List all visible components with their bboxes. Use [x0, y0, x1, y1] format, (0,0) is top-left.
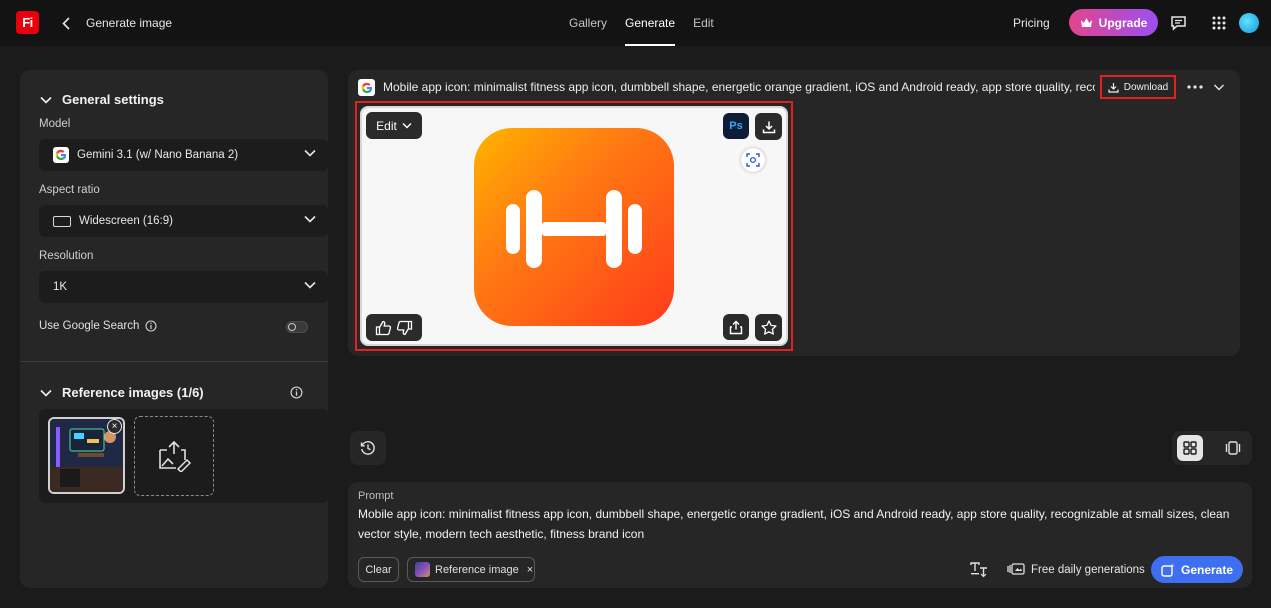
free-generations-icon	[1007, 563, 1025, 575]
info-icon[interactable]	[145, 320, 157, 332]
favorite-button[interactable]	[755, 314, 782, 341]
chevron-down-icon	[304, 215, 316, 223]
general-settings-header[interactable]: General settings	[40, 92, 164, 107]
chevron-down-icon	[304, 281, 316, 289]
chevron-down-icon	[40, 96, 52, 104]
scan-icon	[746, 153, 760, 167]
upgrade-button[interactable]: Upgrade	[1069, 9, 1158, 36]
prompt-panel: Prompt Mobile app icon: minimalist fitne…	[348, 482, 1252, 588]
edit-label: Edit	[376, 118, 397, 133]
grid-view-button[interactable]	[1177, 435, 1203, 461]
resolution-value: 1K	[53, 281, 68, 293]
google-logo-icon	[53, 147, 69, 163]
history-icon	[360, 441, 375, 455]
aspect-ratio-select[interactable]: Widescreen (16:9)	[39, 205, 328, 237]
reference-images-header[interactable]: Reference images (1/6)	[40, 385, 204, 400]
more-options-icon[interactable]	[1187, 80, 1203, 94]
model-value: Gemini 3.1 (w/ Nano Banana 2)	[77, 149, 239, 161]
fitness-app-icon-image	[474, 128, 674, 326]
history-button[interactable]	[350, 431, 386, 465]
page-title: Generate image	[86, 16, 173, 30]
download-icon	[1108, 82, 1119, 93]
back-chevron-icon[interactable]	[58, 13, 74, 33]
generated-image[interactable]: Edit Ps	[360, 106, 788, 346]
resolution-label: Resolution	[39, 250, 94, 262]
generate-label: Generate	[1180, 562, 1234, 577]
remove-reference-chip-icon[interactable]: ×	[527, 564, 533, 576]
upgrade-label: Upgrade	[1098, 15, 1148, 30]
tab-gallery[interactable]: Gallery	[560, 0, 616, 46]
reference-images-box: ×	[39, 409, 328, 503]
free-daily-generations-label: Free daily generations	[1031, 564, 1145, 576]
chevron-down-icon	[402, 123, 412, 129]
share-button[interactable]	[723, 314, 749, 340]
prompt-label: Prompt	[358, 490, 394, 502]
text-style-icon[interactable]	[970, 562, 988, 578]
apps-grid-icon[interactable]	[1209, 13, 1229, 33]
view-mode-toggle	[1172, 431, 1252, 465]
generate-sparkle-icon	[1161, 563, 1175, 577]
settings-panel: General settings Model Gemini 3.1 (w/ Na…	[20, 70, 328, 588]
visual-search-button[interactable]	[741, 148, 765, 172]
add-reference-image-button[interactable]	[134, 416, 214, 496]
generate-button[interactable]: Generate	[1151, 556, 1243, 583]
generated-image-frame: Edit Ps	[355, 101, 793, 351]
remove-reference-icon[interactable]: ×	[107, 419, 122, 434]
result-prompt-preview: Mobile app icon: minimalist fitness app …	[383, 80, 1095, 94]
chevron-down-icon	[304, 149, 316, 157]
tab-edit[interactable]: Edit	[684, 0, 723, 46]
prompt-textarea[interactable]: Mobile app icon: minimalist fitness app …	[358, 504, 1243, 544]
thumbs-down-icon[interactable]	[396, 320, 413, 336]
thumbs-up-icon[interactable]	[375, 320, 392, 336]
reference-image-chip[interactable]: Reference image ×	[407, 557, 535, 582]
firefly-logo[interactable]: Fi	[16, 11, 39, 34]
tab-generate[interactable]: Generate	[616, 0, 684, 46]
dumbbell-icon	[506, 190, 642, 268]
single-view-icon	[1225, 441, 1241, 455]
info-icon[interactable]	[290, 386, 303, 399]
single-view-button[interactable]	[1220, 435, 1246, 461]
chevron-down-icon[interactable]	[1213, 80, 1225, 94]
pricing-link[interactable]: Pricing	[1013, 16, 1050, 30]
main-nav: Gallery Generate Edit	[560, 0, 723, 46]
aspect-ratio-label: Aspect ratio	[39, 184, 100, 196]
reference-images-title: Reference images (1/6)	[62, 385, 204, 400]
section-divider	[20, 361, 328, 362]
google-search-toggle[interactable]	[286, 321, 308, 333]
chevron-down-icon	[40, 389, 52, 397]
top-bar: Fi Generate image Gallery Generate Edit …	[0, 0, 1271, 46]
photoshop-button[interactable]: Ps	[723, 113, 749, 139]
download-button[interactable]: Download	[1100, 75, 1176, 99]
reference-chip-label: Reference image	[435, 563, 519, 576]
google-search-label: Use Google Search	[39, 320, 140, 332]
grid-view-icon	[1183, 441, 1197, 455]
reference-thumbnail	[415, 562, 430, 577]
google-logo-icon	[358, 79, 375, 96]
resolution-select[interactable]: 1K	[39, 271, 328, 303]
edit-image-button[interactable]: Edit	[366, 112, 422, 139]
download-image-button[interactable]	[755, 113, 782, 140]
download-label: Download	[1123, 81, 1169, 93]
google-search-row: Use Google Search	[39, 320, 157, 332]
crown-icon	[1080, 18, 1092, 27]
widescreen-icon	[53, 215, 71, 227]
model-select[interactable]: Gemini 3.1 (w/ Nano Banana 2)	[39, 139, 328, 171]
download-icon	[762, 121, 775, 133]
feedback-icon[interactable]	[1168, 13, 1188, 33]
share-icon	[729, 320, 743, 334]
user-avatar[interactable]	[1239, 13, 1259, 33]
model-label: Model	[39, 118, 71, 130]
result-card: Mobile app icon: minimalist fitness app …	[348, 70, 1240, 356]
aspect-ratio-value: Widescreen (16:9)	[79, 215, 173, 227]
upload-image-icon	[159, 440, 192, 472]
star-icon	[760, 320, 777, 335]
clear-button[interactable]: Clear	[358, 557, 399, 582]
general-settings-title: General settings	[62, 92, 164, 107]
rating-buttons	[366, 314, 422, 341]
